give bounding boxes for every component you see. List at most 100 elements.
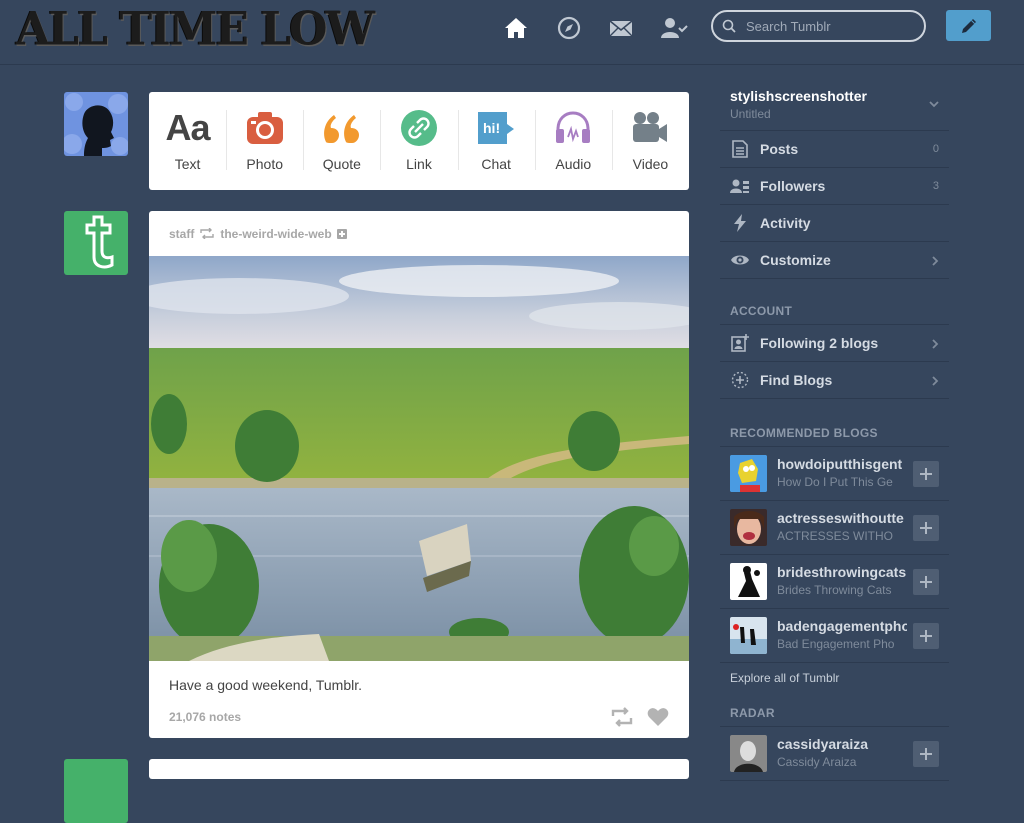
search-icon [722, 19, 736, 33]
blog-name[interactable]: howdoiputthisgent [777, 456, 907, 472]
home-icon[interactable] [502, 14, 530, 42]
next-post-avatar[interactable] [64, 759, 128, 823]
followers-count: 3 [932, 180, 939, 192]
blog-name[interactable]: badengagementpho [777, 618, 907, 634]
follow-plus-icon[interactable] [336, 228, 347, 239]
avatar-silhouette [64, 93, 128, 156]
quote-icon [323, 115, 359, 143]
sidebar: stylishscreenshotter Untitled Posts 0 Fo… [720, 76, 949, 781]
recommended-blog-row[interactable]: howdoiputthisgent How Do I Put This Ge [720, 447, 949, 501]
follow-button[interactable] [913, 461, 939, 487]
dashboard-post: staff the-weird-wide-web Have a good wee… [149, 211, 689, 738]
reblogged-from-link[interactable]: the-weird-wide-web [220, 227, 331, 241]
post-type-label: Quote [322, 156, 361, 172]
reblog-icon[interactable] [611, 707, 633, 727]
pencil-icon [961, 18, 976, 33]
chevron-right-icon [932, 256, 939, 266]
follow-button[interactable] [913, 623, 939, 649]
user-avatar[interactable] [64, 92, 128, 156]
blog-avatar[interactable] [730, 509, 767, 546]
account-section-title: ACCOUNT [720, 279, 949, 325]
recommended-blog-row[interactable]: actresseswithoutte ACTRESSES WITHO [720, 501, 949, 555]
post-author-link[interactable]: staff [169, 227, 194, 241]
blog-name[interactable]: bridesthrowingcats [777, 564, 907, 580]
blog-title: Cassidy Araiza [777, 755, 857, 769]
post-header: staff the-weird-wide-web [149, 211, 689, 256]
blog-switcher[interactable]: stylishscreenshotter Untitled [720, 76, 949, 131]
chevron-down-icon[interactable] [929, 100, 939, 108]
following-icon [731, 334, 749, 352]
blog-title: Untitled [730, 107, 771, 121]
staff-avatar[interactable] [64, 211, 128, 275]
follow-button[interactable] [913, 569, 939, 595]
sidebar-item-customize[interactable]: Customize [720, 242, 949, 279]
post-type-label: Photo [246, 156, 283, 172]
chevron-right-icon [932, 376, 939, 386]
sidebar-item-label: Activity [760, 215, 811, 231]
top-navigation-bar: ALL TIME LOW [0, 0, 1024, 65]
heart-like-icon[interactable] [647, 707, 669, 727]
search-bar[interactable] [711, 10, 926, 42]
post-type-text[interactable]: Aa Text [149, 92, 226, 190]
post-type-photo[interactable]: Photo [226, 92, 303, 190]
tumblr-t-logo [85, 215, 114, 269]
inbox-mail-icon[interactable] [607, 14, 635, 42]
post-caption: Have a good weekend, Tumblr. [169, 677, 363, 693]
blog-logo[interactable]: ALL TIME LOW [16, 3, 375, 57]
follow-button[interactable] [913, 515, 939, 541]
blog-title: ACTRESSES WITHO [777, 529, 894, 543]
follow-button[interactable] [913, 741, 939, 767]
blog-name[interactable]: actresseswithoutte [777, 510, 907, 526]
sidebar-item-label: Customize [760, 252, 831, 268]
blog-avatar[interactable] [730, 617, 767, 654]
explore-compass-icon[interactable] [555, 14, 583, 42]
svg-text:hi!: hi! [483, 120, 500, 136]
sidebar-item-label: Followers [760, 178, 826, 194]
recommended-blog-row[interactable]: badengagementpho Bad Engagement Pho [720, 609, 949, 663]
sidebar-item-posts[interactable]: Posts 0 [720, 131, 949, 168]
blog-avatar[interactable] [730, 455, 767, 492]
post-type-bar: Aa Text Photo Quote Link hi! Chat Audio … [149, 92, 689, 190]
compose-button[interactable] [946, 10, 991, 41]
sidebar-item-label: Posts [760, 141, 799, 157]
sidebar-item-following[interactable]: Following 2 blogs [720, 325, 949, 362]
radar-section-title: RADAR [720, 693, 949, 727]
post-notes-count[interactable]: 21,076 notes [169, 710, 241, 724]
blog-avatar[interactable] [730, 563, 767, 600]
post-type-quote[interactable]: Quote [303, 92, 380, 190]
reblog-small-icon [200, 228, 215, 239]
find-blogs-icon [731, 371, 749, 389]
posts-icon [732, 140, 748, 158]
post-type-chat[interactable]: hi! Chat [457, 92, 535, 190]
post-type-link[interactable]: Link [380, 92, 457, 190]
post-type-label: Video [632, 156, 669, 172]
next-post [149, 759, 689, 779]
search-input[interactable] [744, 17, 918, 35]
video-camera-icon [633, 112, 668, 142]
headphones-icon [556, 111, 591, 143]
blog-title: Brides Throwing Cats [777, 583, 892, 597]
post-type-label: Text [174, 156, 201, 172]
post-type-label: Chat [481, 156, 511, 172]
recommended-section-title: RECOMMENDED BLOGS [720, 399, 949, 447]
sidebar-item-activity[interactable]: Activity [720, 205, 949, 242]
sidebar-item-find-blogs[interactable]: Find Blogs [720, 362, 949, 399]
posts-count: 0 [932, 143, 939, 155]
account-icon[interactable] [660, 14, 688, 42]
radar-blog-row[interactable]: cassidyaraiza Cassidy Araiza [720, 727, 949, 781]
eye-icon [731, 255, 749, 265]
chat-hi-icon: hi! [478, 112, 515, 144]
sidebar-item-label: Following 2 blogs [760, 335, 879, 351]
explore-tumblr-link[interactable]: Explore all of Tumblr [720, 663, 949, 693]
link-icon [400, 110, 437, 146]
post-photo[interactable] [149, 256, 689, 661]
post-type-video[interactable]: Video [611, 92, 689, 190]
blog-name[interactable]: cassidyaraiza [777, 736, 907, 752]
blog-name[interactable]: stylishscreenshotter [730, 88, 867, 104]
recommended-blog-row[interactable]: bridesthrowingcats Brides Throwing Cats [720, 555, 949, 609]
post-type-audio[interactable]: Audio [534, 92, 612, 190]
blog-avatar[interactable] [730, 735, 767, 772]
post-type-label: Link [406, 156, 432, 172]
blog-title: How Do I Put This Ge [777, 475, 893, 489]
sidebar-item-followers[interactable]: Followers 3 [720, 168, 949, 205]
